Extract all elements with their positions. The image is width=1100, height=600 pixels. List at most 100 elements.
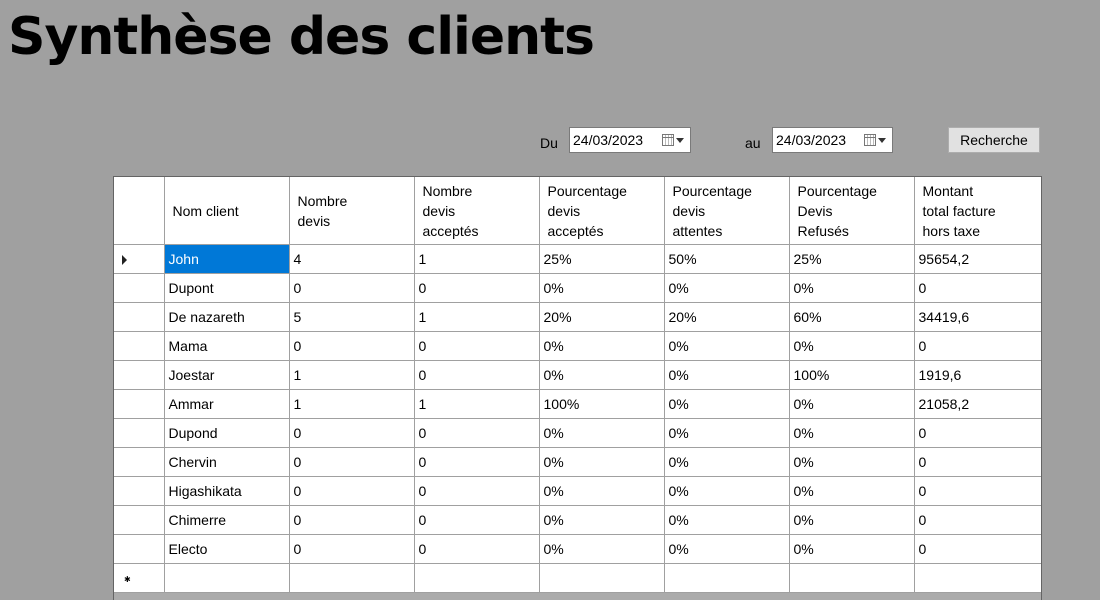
table-cell[interactable]: 100% — [789, 360, 915, 390]
table-row[interactable]: De nazareth 5 1 20% 20% 60% 34419,6 — [114, 302, 1041, 332]
client-name-cell[interactable]: Dupont — [164, 273, 290, 303]
empty-cell[interactable] — [289, 563, 415, 593]
calendar-icon[interactable] — [662, 134, 674, 146]
table-cell[interactable]: 0% — [789, 447, 915, 477]
date-to-picker[interactable]: 24/03/2023 — [772, 127, 893, 153]
table-cell[interactable]: 0 — [289, 505, 415, 535]
table-cell[interactable]: 0% — [664, 418, 790, 448]
table-cell[interactable]: 0 — [414, 505, 540, 535]
table-cell[interactable]: 0% — [664, 331, 790, 361]
table-cell[interactable]: 4 — [289, 244, 415, 274]
table-row[interactable]: Electo 0 0 0% 0% 0% 0 — [114, 534, 1041, 564]
column-header[interactable]: Nombre devis acceptés — [414, 177, 540, 245]
table-cell[interactable]: 0% — [664, 476, 790, 506]
table-cell[interactable]: 0 — [414, 331, 540, 361]
row-header-cell[interactable] — [114, 273, 165, 303]
table-cell[interactable]: 0% — [664, 505, 790, 535]
table-cell[interactable]: 1 — [414, 244, 540, 274]
chevron-down-icon[interactable] — [878, 137, 886, 143]
table-cell[interactable]: 20% — [664, 302, 790, 332]
client-name-cell[interactable]: Ammar — [164, 389, 290, 419]
client-name-cell[interactable]: John — [164, 244, 290, 274]
table-row[interactable]: Dupont 0 0 0% 0% 0% 0 — [114, 273, 1041, 303]
table-row[interactable]: John 4 1 25% 50% 25% 95654,2 — [114, 244, 1041, 274]
table-cell[interactable]: 0 — [914, 505, 1041, 535]
column-header[interactable]: Pourcentage devis acceptés — [539, 177, 665, 245]
new-row[interactable]: ✱ — [114, 563, 1041, 593]
table-cell[interactable]: 0% — [789, 273, 915, 303]
table-cell[interactable]: 0% — [664, 534, 790, 564]
column-header[interactable]: Pourcentage devis attentes — [664, 177, 790, 245]
row-header-cell[interactable] — [114, 331, 165, 361]
table-cell[interactable]: 50% — [664, 244, 790, 274]
table-cell[interactable]: 0% — [789, 331, 915, 361]
table-cell[interactable]: 100% — [539, 389, 665, 419]
row-header-cell[interactable]: ✱ — [114, 563, 165, 593]
empty-cell[interactable] — [164, 563, 290, 593]
client-name-cell[interactable]: Mama — [164, 331, 290, 361]
table-cell[interactable]: 0 — [914, 447, 1041, 477]
client-name-cell[interactable]: Electo — [164, 534, 290, 564]
table-cell[interactable]: 0% — [664, 389, 790, 419]
client-name-cell[interactable]: De nazareth — [164, 302, 290, 332]
client-name-cell[interactable]: Chimerre — [164, 505, 290, 535]
client-name-cell[interactable]: Joestar — [164, 360, 290, 390]
client-name-cell[interactable]: Dupond — [164, 418, 290, 448]
table-cell[interactable]: 34419,6 — [914, 302, 1041, 332]
table-cell[interactable]: 20% — [539, 302, 665, 332]
table-cell[interactable]: 0% — [789, 505, 915, 535]
table-cell[interactable]: 0% — [789, 476, 915, 506]
row-header-cell[interactable] — [114, 534, 165, 564]
empty-cell[interactable] — [664, 563, 790, 593]
clients-grid[interactable]: Nom client Nombre devis Nombre devis acceptés… — [113, 176, 1042, 600]
table-cell[interactable]: 0 — [289, 447, 415, 477]
table-row[interactable]: Ammar 1 1 100% 0% 0% 21058,2 — [114, 389, 1041, 419]
empty-cell[interactable] — [914, 563, 1041, 593]
table-cell[interactable]: 0 — [414, 418, 540, 448]
table-cell[interactable]: 1 — [289, 389, 415, 419]
table-cell[interactable]: 1 — [414, 389, 540, 419]
row-header-cell[interactable] — [114, 389, 165, 419]
table-cell[interactable]: 0% — [539, 534, 665, 564]
search-button[interactable]: Recherche — [948, 127, 1040, 153]
table-cell[interactable]: 0 — [914, 476, 1041, 506]
table-cell[interactable]: 0% — [664, 447, 790, 477]
empty-cell[interactable] — [539, 563, 665, 593]
empty-cell[interactable] — [414, 563, 540, 593]
row-header-cell[interactable] — [114, 418, 165, 448]
client-name-cell[interactable]: Higashikata — [164, 476, 290, 506]
table-cell[interactable]: 0 — [914, 331, 1041, 361]
column-header[interactable]: Montant total facture hors taxe — [914, 177, 1041, 245]
table-row[interactable]: Mama 0 0 0% 0% 0% 0 — [114, 331, 1041, 361]
table-cell[interactable]: 1919,6 — [914, 360, 1041, 390]
column-header[interactable]: Pourcentage Devis Refusés — [789, 177, 915, 245]
date-from-value[interactable]: 24/03/2023 — [570, 132, 662, 148]
row-header-cell[interactable] — [114, 360, 165, 390]
table-row[interactable]: Joestar 1 0 0% 0% 100% 1919,6 — [114, 360, 1041, 390]
table-cell[interactable]: 0 — [914, 273, 1041, 303]
table-cell[interactable]: 0 — [414, 534, 540, 564]
table-cell[interactable]: 0 — [289, 534, 415, 564]
table-cell[interactable]: 0 — [289, 418, 415, 448]
table-cell[interactable]: 0% — [789, 534, 915, 564]
table-cell[interactable]: 0 — [289, 331, 415, 361]
table-cell[interactable]: 95654,2 — [914, 244, 1041, 274]
table-cell[interactable]: 0% — [789, 418, 915, 448]
table-cell[interactable]: 0% — [664, 273, 790, 303]
row-header-cell[interactable] — [114, 302, 165, 332]
column-header[interactable]: Nombre devis — [289, 177, 415, 245]
table-cell[interactable]: 25% — [539, 244, 665, 274]
table-cell[interactable]: 0% — [539, 360, 665, 390]
table-row[interactable]: Chimerre 0 0 0% 0% 0% 0 — [114, 505, 1041, 535]
chevron-down-icon[interactable] — [676, 137, 684, 143]
table-cell[interactable]: 0 — [414, 476, 540, 506]
table-cell[interactable]: 0% — [539, 273, 665, 303]
table-cell[interactable]: 0 — [289, 273, 415, 303]
table-row[interactable]: Dupond 0 0 0% 0% 0% 0 — [114, 418, 1041, 448]
row-header-cell[interactable] — [114, 447, 165, 477]
column-header[interactable]: Nom client — [164, 177, 290, 245]
table-cell[interactable]: 60% — [789, 302, 915, 332]
table-row[interactable]: Chervin 0 0 0% 0% 0% 0 — [114, 447, 1041, 477]
table-cell[interactable]: 0% — [789, 389, 915, 419]
table-cell[interactable]: 5 — [289, 302, 415, 332]
